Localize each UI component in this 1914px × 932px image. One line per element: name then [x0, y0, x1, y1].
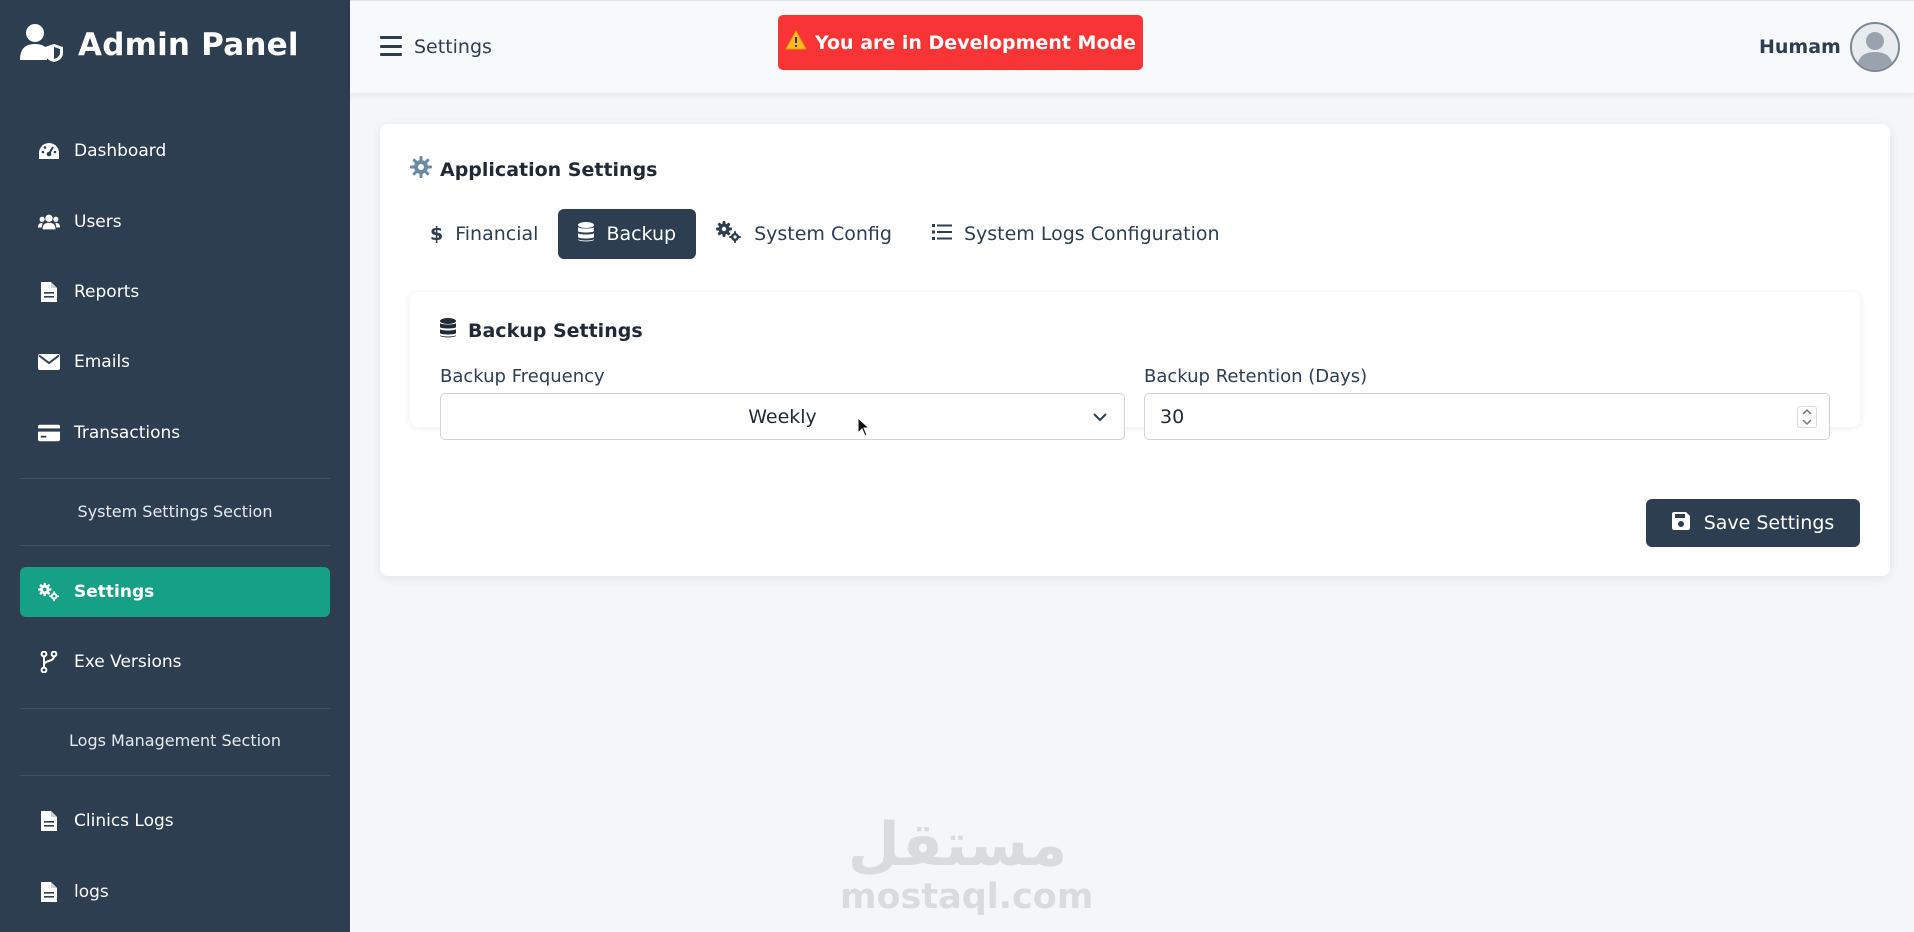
- sidebar-item-label: logs: [74, 882, 109, 902]
- list-icon: [931, 223, 952, 245]
- dev-mode-text: You are in Development Mode: [814, 31, 1136, 54]
- file-icon: [38, 281, 60, 303]
- save-settings-button[interactable]: Save Settings: [1646, 499, 1860, 547]
- user-shield-icon: [20, 22, 64, 67]
- sidebar-item-reports[interactable]: Reports: [20, 267, 330, 317]
- watermark: مستقل mostaql.com: [840, 810, 1094, 917]
- backup-retention-value: 30: [1160, 405, 1185, 428]
- sidebar-divider: [20, 708, 330, 709]
- sidebar-item-label: Users: [74, 212, 122, 232]
- application-settings-card: Application Settings $ Financial Backup …: [380, 124, 1890, 576]
- branch-icon: [38, 651, 60, 673]
- backup-settings-panel: Backup Settings Backup Frequency Weekly …: [410, 292, 1860, 440]
- avatar[interactable]: [1850, 22, 1900, 72]
- hamburger-menu-icon[interactable]: [380, 36, 402, 56]
- sidebar-item-users[interactable]: Users: [20, 197, 330, 247]
- sidebar-item-label: Settings: [74, 582, 155, 602]
- sidebar-item-label: Clinics Logs: [74, 811, 174, 831]
- sidebar-item-label: Dashboard: [74, 141, 167, 161]
- section-label-system: System Settings Section: [77, 502, 273, 521]
- tab-financial[interactable]: $ Financial: [410, 209, 558, 259]
- tab-system-logs-configuration[interactable]: System Logs Configuration: [912, 209, 1240, 259]
- number-spinner[interactable]: [1797, 406, 1817, 428]
- gear-icon: [410, 156, 432, 183]
- warning-icon: [785, 29, 807, 55]
- backup-settings-title: Backup Settings: [440, 318, 643, 343]
- backup-retention-input[interactable]: 30: [1144, 393, 1830, 440]
- spinner-up-icon: [1802, 409, 1812, 415]
- sidebar-item-label: Emails: [74, 352, 131, 372]
- watermark-latin: mostaql.com: [840, 877, 1094, 917]
- tab-label: System Logs Configuration: [963, 223, 1220, 245]
- sidebar-item-logs[interactable]: logs: [20, 867, 330, 917]
- brand[interactable]: Admin Panel: [20, 22, 299, 67]
- tab-label: Backup: [606, 223, 677, 245]
- dollar-icon: $: [430, 223, 444, 245]
- gears-icon: [716, 220, 742, 248]
- settings-tabs: $ Financial Backup System Config System …: [410, 209, 1240, 259]
- watermark-arabic: مستقل: [847, 810, 1068, 880]
- card-title: Application Settings: [410, 156, 658, 183]
- spinner-down-icon: [1802, 419, 1812, 425]
- sidebar-divider: [20, 775, 330, 776]
- save-icon: [1671, 511, 1690, 535]
- brand-title: Admin Panel: [78, 26, 299, 63]
- dev-mode-banner: You are in Development Mode: [778, 15, 1143, 70]
- sidebar-item-clinics-logs[interactable]: Clinics Logs: [20, 796, 330, 846]
- backup-frequency-value: Weekly: [748, 405, 817, 428]
- backup-frequency-select[interactable]: Weekly: [440, 393, 1125, 440]
- section-label-logs: Logs Management Section: [69, 731, 281, 750]
- sidebar-item-label: Reports: [74, 282, 140, 302]
- sidebar-item-exe-versions[interactable]: Exe Versions: [20, 637, 330, 687]
- sidebar-item-label: Exe Versions: [74, 652, 182, 672]
- file-icon: [38, 810, 60, 832]
- backup-settings-title-text: Backup Settings: [468, 319, 643, 342]
- database-icon: [440, 318, 456, 343]
- username[interactable]: Humam: [1759, 36, 1841, 58]
- database-icon: [578, 221, 595, 247]
- users-icon: [38, 211, 60, 233]
- tab-label: System Config: [754, 223, 892, 245]
- backup-frequency-label: Backup Frequency: [440, 366, 605, 387]
- sidebar-divider: [20, 545, 330, 546]
- gears-icon: [38, 581, 60, 603]
- tab-backup[interactable]: Backup: [558, 209, 697, 259]
- page-title: Settings: [414, 36, 492, 58]
- sidebar-item-label: Transactions: [74, 423, 181, 443]
- sidebar-divider: [20, 478, 330, 479]
- sidebar-item-dashboard[interactable]: Dashboard: [20, 126, 330, 176]
- mouse-cursor-icon: [857, 416, 871, 442]
- envelope-icon: [38, 351, 60, 373]
- sidebar-item-settings[interactable]: Settings: [20, 567, 330, 617]
- sidebar-item-emails[interactable]: Emails: [20, 337, 330, 387]
- chevron-down-icon: [1092, 407, 1108, 432]
- dashboard-icon: [38, 140, 60, 162]
- save-settings-label: Save Settings: [1703, 512, 1835, 534]
- tab-system-config[interactable]: System Config: [696, 209, 912, 259]
- sidebar: Admin Panel Dashboard Users Reports Emai…: [0, 0, 350, 932]
- tab-label: Financial: [455, 223, 539, 245]
- backup-retention-label: Backup Retention (Days): [1144, 366, 1368, 387]
- topbar: Settings You are in Development Mode Hum…: [350, 0, 1914, 93]
- card-title-text: Application Settings: [440, 158, 658, 181]
- file-icon: [38, 881, 60, 903]
- credit-card-icon: [38, 422, 60, 444]
- sidebar-item-transactions[interactable]: Transactions: [20, 408, 330, 458]
